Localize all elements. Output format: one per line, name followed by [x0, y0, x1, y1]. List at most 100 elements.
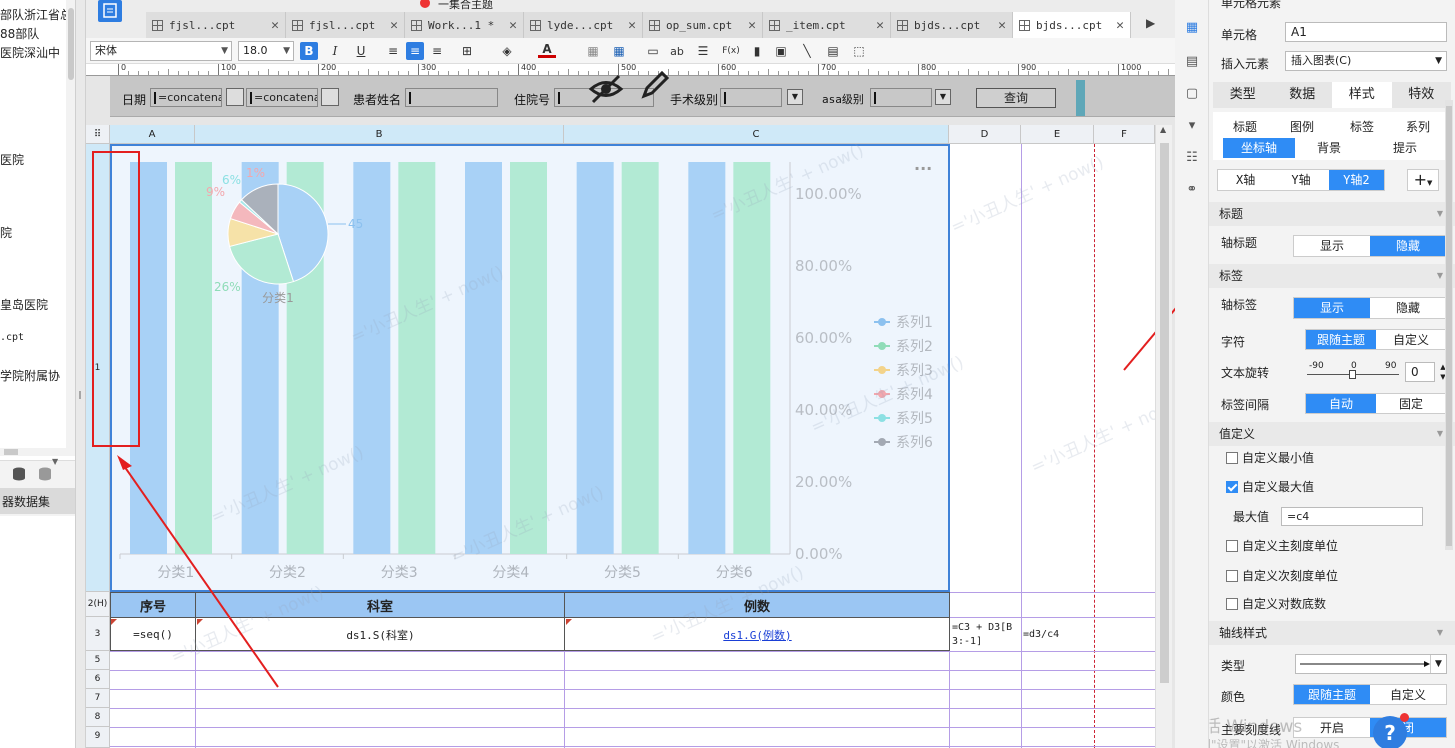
close-icon[interactable]: ✕ — [390, 18, 398, 33]
calendar-icon[interactable] — [226, 88, 244, 106]
cell-input[interactable]: A1 — [1285, 22, 1447, 42]
file-tab-active[interactable]: bjds...cpt ✕ — [1013, 12, 1131, 38]
cell-element-icon[interactable]: ▦ — [1183, 18, 1201, 36]
file-tab[interactable]: Work...1 * ✕ — [405, 12, 524, 38]
widget-settings-icon[interactable]: ▾ — [1183, 116, 1201, 134]
subtab-series[interactable]: 系列 — [1395, 117, 1441, 137]
show-option[interactable]: 显示 — [1294, 236, 1370, 256]
close-icon[interactable]: ✕ — [1116, 18, 1124, 33]
grid-icon[interactable]: ▦ — [610, 42, 628, 60]
align-center-icon[interactable]: ≡ — [406, 42, 424, 60]
cell-attribute-icon[interactable]: ▤ — [1183, 52, 1201, 70]
tree-hscrollbar[interactable] — [0, 448, 75, 456]
hide-option[interactable]: 隐藏 — [1370, 236, 1446, 256]
fill-color-icon[interactable]: ◈ — [498, 42, 516, 60]
custom-major-unit-checkbox[interactable]: 自定义主刻度单位 — [1226, 537, 1338, 554]
subtab-title[interactable]: 标题 — [1223, 117, 1267, 137]
axis-y2-tab[interactable]: Y轴2 — [1328, 170, 1384, 190]
chevron-down-icon[interactable]: ▼ — [935, 89, 951, 105]
file-tab[interactable]: fjsl...cpt ✕ — [286, 12, 405, 38]
panel-scrollbar[interactable] — [1445, 100, 1453, 550]
close-icon[interactable]: ✕ — [271, 18, 279, 33]
subtab-axis[interactable]: 坐标轴 — [1223, 138, 1295, 158]
font-color-icon[interactable]: A — [538, 42, 556, 58]
align-right-icon[interactable]: ≡ — [428, 42, 446, 60]
top-menu-label[interactable]: 一集合主题 — [438, 0, 493, 12]
insert-element-select[interactable]: 插入图表(C) ▼ — [1285, 51, 1447, 71]
subtab-tooltip[interactable]: 提示 — [1375, 138, 1435, 158]
file-tab[interactable]: fjsl...cpt ✕ — [146, 12, 286, 38]
resize-handle[interactable] — [1076, 80, 1085, 116]
date-end-input[interactable]: =concatenat — [246, 88, 318, 107]
insert-row-icon[interactable]: ▭ — [644, 42, 662, 60]
date-start-input[interactable]: =concatena — [150, 88, 222, 107]
follow-theme-option[interactable]: 跟随主题 — [1306, 330, 1376, 349]
calendar-icon[interactable] — [321, 88, 339, 106]
database-icon[interactable] — [12, 467, 26, 481]
pencil-icon[interactable] — [638, 70, 670, 102]
tree-item[interactable]: 院 — [0, 224, 12, 241]
rotation-slider-handle[interactable] — [1349, 370, 1356, 379]
italic-button[interactable]: I — [326, 42, 344, 60]
file-tab[interactable]: bjds...cpt ✕ — [891, 12, 1013, 38]
border-icon[interactable]: ⊞ — [458, 42, 476, 60]
collapse-icon[interactable]: ▼ — [52, 457, 58, 466]
underline-button[interactable]: U — [352, 42, 370, 60]
open-option[interactable]: 开启 — [1294, 718, 1370, 737]
custom-minor-unit-checkbox[interactable]: 自定义次刻度单位 — [1226, 567, 1338, 584]
chevron-down-icon[interactable]: ▼ — [787, 89, 803, 105]
hide-option[interactable]: 隐藏 — [1370, 298, 1446, 318]
add-axis-button[interactable]: +▼ — [1407, 169, 1439, 191]
custom-max-checkbox[interactable]: 自定义最大值 — [1226, 478, 1314, 495]
fixed-option[interactable]: 固定 — [1376, 394, 1446, 413]
section-axis-line[interactable]: 轴线样式 ▼ — [1209, 621, 1455, 645]
tab-data[interactable]: 数据 — [1273, 82, 1333, 108]
subtab-legend[interactable]: 图例 — [1279, 117, 1325, 137]
custom-log-base-checkbox[interactable]: 自定义对数底数 — [1226, 595, 1326, 612]
widget-icon[interactable]: ⬚ — [850, 42, 868, 60]
section-value[interactable]: 值定义 ▼ — [1209, 422, 1455, 446]
database-add-icon[interactable] — [38, 467, 52, 481]
tree-item[interactable]: 88部队 — [0, 25, 39, 42]
file-tab[interactable]: _item.cpt ✕ — [763, 12, 891, 38]
align-left-icon[interactable]: ≡ — [384, 42, 402, 60]
formula-icon[interactable]: F(x) — [720, 42, 742, 60]
custom-option[interactable]: 自定义 — [1376, 330, 1446, 349]
float-element-icon[interactable]: ▢ — [1183, 84, 1201, 102]
record-icon[interactable] — [420, 0, 430, 8]
follow-theme-option[interactable]: 跟随主题 — [1294, 685, 1370, 704]
font-family-select[interactable]: 宋体 ▼ — [90, 41, 232, 61]
sheet-vscrollbar[interactable]: ▲ — [1155, 125, 1172, 748]
font-size-select[interactable]: 18.0 ▼ — [238, 41, 294, 61]
paragraph-icon[interactable]: ☰ — [694, 42, 712, 60]
tree-item[interactable]: 部队浙江省总 — [0, 6, 72, 23]
hyperlink-icon[interactable]: ⚭ — [1183, 180, 1201, 198]
tab-type[interactable]: 类型 — [1213, 82, 1273, 108]
image-icon[interactable]: ▣ — [772, 42, 790, 60]
section-label[interactable]: 标签 ▼ — [1209, 264, 1455, 288]
tree-item[interactable]: 医院深汕中 — [0, 44, 60, 61]
condition-icon[interactable]: ☷ — [1183, 148, 1201, 166]
tree-item[interactable]: .cpt — [0, 332, 24, 343]
show-option[interactable]: 显示 — [1294, 298, 1370, 318]
axis-x-tab[interactable]: X轴 — [1218, 170, 1273, 190]
subtab-background[interactable]: 背景 — [1299, 138, 1359, 158]
patient-name-input[interactable] — [405, 88, 498, 107]
auto-option[interactable]: 自动 — [1306, 394, 1376, 413]
tree-vscrollbar[interactable] — [66, 0, 75, 448]
rotation-input[interactable]: 0 — [1405, 362, 1435, 382]
tab-style[interactable]: 样式 — [1332, 82, 1392, 108]
subtab-label[interactable]: 标签 — [1339, 117, 1385, 137]
template-icon[interactable] — [98, 0, 122, 22]
text-icon[interactable]: ab — [668, 42, 686, 60]
close-icon[interactable]: ✕ — [509, 18, 517, 33]
bar-chart-icon[interactable]: ▮ — [748, 42, 766, 60]
custom-option[interactable]: 自定义 — [1370, 685, 1446, 704]
asa-level-select[interactable] — [870, 88, 932, 107]
tree-item[interactable]: 医院 — [0, 151, 24, 168]
query-button[interactable]: 查询 — [976, 88, 1056, 108]
axis-y-tab[interactable]: Y轴 — [1273, 170, 1328, 190]
close-icon[interactable]: ✕ — [876, 18, 884, 33]
scroll-up-icon[interactable]: ▲ — [1160, 125, 1166, 134]
max-value-input[interactable]: =c4 — [1281, 507, 1423, 526]
